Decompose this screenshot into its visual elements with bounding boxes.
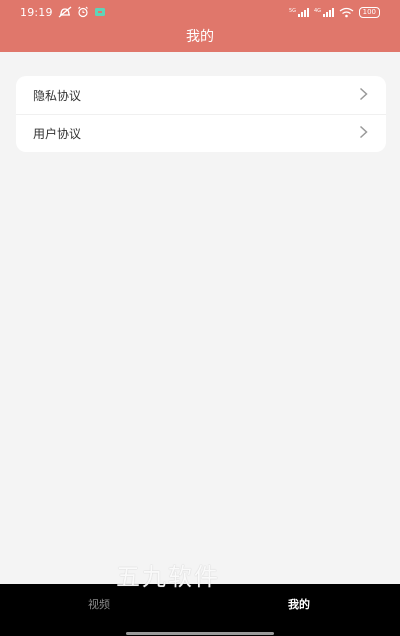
chevron-right-icon [359, 124, 368, 143]
user-agreement-row[interactable]: 用户协议 [16, 114, 386, 152]
notification-off-icon [58, 6, 72, 18]
status-right: 5G 4G 100 [289, 6, 380, 18]
app-header: 19:19 5G 4G 100 我的 [0, 0, 400, 52]
user-agreement-label: 用户协议 [33, 127, 82, 141]
signal-5g-icon: 5G [289, 7, 309, 18]
wifi-icon [339, 7, 354, 18]
signal-4g-icon: 4G [314, 7, 334, 18]
screen: 19:19 5G 4G 100 我的 隐私协议 用户协议 视频 我的 五九软件 [0, 0, 400, 636]
app-notification-icon [94, 7, 106, 17]
privacy-policy-row[interactable]: 隐私协议 [16, 76, 386, 114]
status-bar: 19:19 5G 4G 100 [0, 0, 400, 24]
status-left: 19:19 [20, 6, 106, 19]
alarm-icon [77, 6, 89, 18]
watermark-text: 五九软件 [116, 563, 220, 591]
privacy-policy-label: 隐私协议 [33, 88, 82, 103]
svg-text:5G: 5G [289, 8, 296, 14]
page-title: 我的 [186, 29, 214, 45]
battery-icon: 100 [358, 6, 380, 18]
settings-card: 隐私协议 用户协议 [16, 76, 386, 152]
svg-text:4G: 4G [314, 8, 321, 14]
status-time: 19:19 [20, 5, 53, 19]
chevron-right-icon [359, 86, 368, 105]
home-indicator[interactable] [126, 632, 274, 635]
tab-video[interactable]: 视频 [59, 596, 139, 612]
tab-mine[interactable]: 我的 [259, 596, 339, 612]
